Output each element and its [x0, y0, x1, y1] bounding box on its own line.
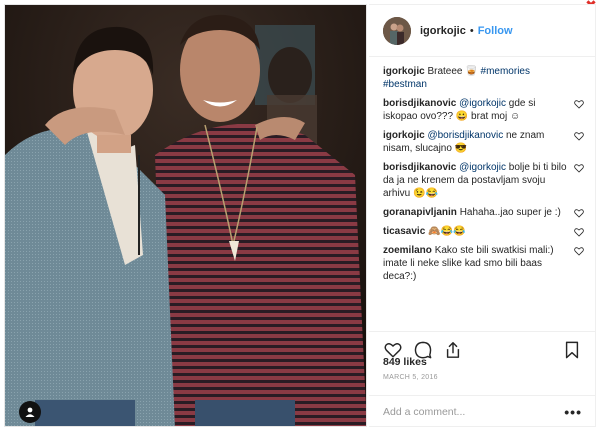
comment-username[interactable]: igorkojic [383, 130, 425, 141]
post-image [5, 5, 366, 426]
add-comment-input[interactable] [383, 406, 565, 418]
comment-like-heart-icon[interactable] [574, 99, 584, 109]
comment-item: ticasavic 🙈😂😂 [383, 225, 584, 238]
post-username[interactable]: igorkojic [420, 25, 466, 37]
caption: igorkojic Brateee 🥃 #memories #bestman [383, 65, 584, 91]
caption-text: Brateee [427, 66, 466, 77]
comment-mention[interactable]: @borisdjikanovic [427, 130, 503, 141]
comment-like-heart-icon[interactable] [574, 131, 584, 141]
comment-username[interactable]: zoemilano [383, 245, 432, 256]
comment-text: 🙈😂😂 [428, 226, 466, 237]
add-comment-bar: ••• [369, 395, 596, 428]
comment-like-heart-icon[interactable] [574, 208, 584, 218]
comment-mention[interactable]: @igorkojic [459, 162, 506, 173]
post-header: igorkojic • Follow [369, 5, 596, 57]
comment-like-heart-icon[interactable] [574, 163, 584, 173]
tagged-users-button[interactable] [19, 401, 41, 423]
caption-username[interactable]: igorkojic [383, 66, 425, 77]
comment-item: borisdjikanovic @igorkojic bolje bi ti b… [383, 161, 584, 200]
comment-username[interactable]: goranapivljanin [383, 207, 457, 218]
comment-mention[interactable]: @igorkojic [459, 98, 506, 109]
instagram-post-modal: ✖ [0, 0, 600, 430]
caption-emoji: 🥃 [465, 66, 478, 77]
comment-item: igorkojic @borisdjikanovic ne znam nisam… [383, 129, 584, 155]
share-button[interactable] [443, 340, 463, 360]
comment-list: igorkojic Brateee 🥃 #memories #bestman b… [369, 65, 596, 289]
comment-username[interactable]: borisdjikanovic [383, 162, 456, 173]
separator-dot: • [469, 24, 474, 37]
likes-count[interactable]: 849 likes [383, 356, 427, 368]
avatar[interactable] [383, 16, 411, 45]
user-icon [25, 407, 35, 417]
comment-username[interactable]: ticasavic [383, 226, 425, 237]
comment-item: zoemilano Kako ste bili swatkisi mali:) … [383, 244, 584, 283]
post-date[interactable]: MARCH 5, 2016 [383, 374, 438, 381]
comment-like-heart-icon[interactable] [574, 227, 584, 237]
comment-text: Hahaha..jao super je :) [459, 207, 561, 218]
follow-button[interactable]: Follow [478, 25, 513, 37]
avatar-image [383, 16, 411, 45]
bookmark-icon [565, 341, 579, 358]
save-button[interactable] [562, 340, 582, 360]
comment-item: borisdjikanovic @igorkojic gde si iskopa… [383, 97, 584, 123]
comment-like-heart-icon[interactable] [574, 246, 584, 256]
more-options-icon[interactable]: ••• [564, 404, 582, 420]
post-photo[interactable] [4, 4, 367, 427]
comment-item: goranapivljanin Hahaha..jao super je :) [383, 206, 584, 219]
comment-username[interactable]: borisdjikanovic [383, 98, 456, 109]
share-icon [446, 341, 460, 358]
post-sidebar: igorkojic • Follow igorkojic Brateee 🥃 #… [369, 4, 596, 427]
